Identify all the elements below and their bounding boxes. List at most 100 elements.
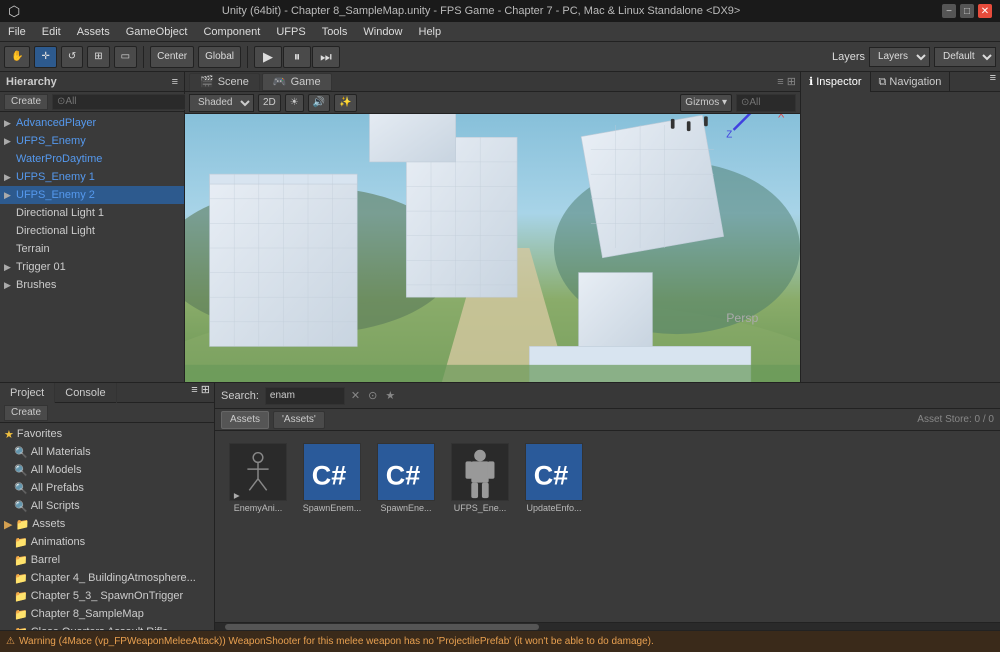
project-panel: Project Console ≡ ⊞ Create ★ Favorites 🔍…	[0, 383, 215, 630]
scene-svg: X Y Z Persp	[185, 114, 800, 382]
menu-edit[interactable]: Edit	[34, 22, 69, 42]
hand-tool-button[interactable]: ✋	[4, 46, 30, 68]
hier-item-ufps-enemy[interactable]: ▶ UFPS_Enemy	[0, 132, 184, 150]
hier-item-label: Directional Light 1	[16, 207, 104, 219]
assets-filter-tab[interactable]: Assets	[221, 411, 269, 429]
search-options-icon[interactable]: ⊙	[368, 389, 377, 402]
navigation-tab-label: Navigation	[889, 76, 941, 88]
toolbar: ✋ ✛ ↺ ⊞ ▭ Center Global ▶ ⏸ ⏭ Layers Lay…	[0, 42, 1000, 72]
assets-quotes-filter-tab[interactable]: 'Assets'	[273, 411, 325, 429]
menu-window[interactable]: Window	[355, 22, 410, 42]
hier-item-terrain[interactable]: Terrain	[0, 240, 184, 258]
project-tab[interactable]: Project	[0, 383, 55, 403]
all-models-item[interactable]: 🔍 All Models	[0, 461, 214, 479]
hier-item-waterproday[interactable]: WaterProDaytime	[0, 150, 184, 168]
asset-scrollbar[interactable]	[215, 622, 1000, 630]
menu-help[interactable]: Help	[411, 22, 450, 42]
step-button[interactable]: ⏭	[312, 46, 340, 68]
folder-label: Chapter 8_SampleMap	[31, 608, 144, 620]
move-tool-button[interactable]: ✛	[34, 46, 56, 68]
svg-text:C#: C#	[312, 461, 347, 491]
asset-item-ufpsene[interactable]: UFPS_Ene...	[445, 439, 515, 517]
asset-item-spawnene[interactable]: C# SpawnEne...	[371, 439, 441, 517]
search-icon: 🔍	[14, 500, 28, 513]
gizmos-button[interactable]: Gizmos ▾	[680, 94, 732, 112]
menu-tools[interactable]: Tools	[314, 22, 356, 42]
chapter4-folder[interactable]: 📁 Chapter 4_ BuildingAtmosphere...	[0, 569, 214, 587]
hier-item-advancedplayer[interactable]: ▶ AdvancedPlayer	[0, 114, 184, 132]
folder-icon: 📁	[14, 626, 28, 631]
assets-folder[interactable]: ▶ 📁 Assets	[0, 515, 214, 533]
center-button[interactable]: Center	[150, 46, 194, 68]
animations-folder[interactable]: 📁 Animations	[0, 533, 214, 551]
maximize-button[interactable]: □	[960, 4, 974, 18]
hier-item-brushes[interactable]: ▶ Brushes	[0, 276, 184, 294]
asset-search-input[interactable]	[265, 387, 345, 405]
layers-select[interactable]: Layers	[869, 47, 930, 67]
menu-file[interactable]: File	[0, 22, 34, 42]
hier-item-label: UFPS_Enemy 2	[16, 189, 95, 201]
effects-button[interactable]: ✨	[334, 94, 356, 112]
folder-label: Close Quarters Assault Rifle	[31, 626, 169, 630]
chapter5-folder[interactable]: 📁 Chapter 5_3_ SpawnOnTrigger	[0, 587, 214, 605]
asset-item-updateenfo[interactable]: C# UpdateEnfo...	[519, 439, 589, 517]
close-button[interactable]: ✕	[978, 4, 992, 18]
asset-item-spawnenom[interactable]: C# SpawnEnem...	[297, 439, 367, 517]
menu-assets[interactable]: Assets	[69, 22, 118, 42]
folder-icon: 📁	[14, 608, 28, 621]
rotate-tool-button[interactable]: ↺	[61, 46, 83, 68]
asset-item-enemyani[interactable]: ▶ EnemyAni...	[223, 439, 293, 517]
hierarchy-create-button[interactable]: Create	[4, 94, 48, 110]
asset-thumb-updateenfo: C#	[525, 443, 583, 501]
favorites-folder[interactable]: ★ Favorites	[0, 425, 214, 443]
all-scripts-item[interactable]: 🔍 All Scripts	[0, 497, 214, 515]
audio-button[interactable]: 🔊	[308, 94, 330, 112]
hier-item-ufps-enemy2[interactable]: ▶ UFPS_Enemy 2	[0, 186, 184, 204]
minimize-button[interactable]: −	[942, 4, 956, 18]
hier-item-trigger01[interactable]: ▶ Trigger 01	[0, 258, 184, 276]
scene-tab[interactable]: 🎬 Scene	[189, 73, 260, 91]
hier-item-dirlight[interactable]: Directional Light	[0, 222, 184, 240]
hierarchy-menu-icon[interactable]: ≡	[172, 76, 178, 88]
global-button[interactable]: Global	[198, 46, 241, 68]
all-prefabs-item[interactable]: 🔍 All Prefabs	[0, 479, 214, 497]
play-controls: ▶ ⏸ ⏭	[254, 46, 340, 68]
scene-viewport[interactable]: X Y Z Persp	[185, 114, 800, 382]
menu-ufps[interactable]: UFPS	[268, 22, 313, 42]
console-tab[interactable]: Console	[55, 383, 116, 403]
scrollbar-thumb[interactable]	[225, 624, 539, 630]
chapter8-folder[interactable]: 📁 Chapter 8_SampleMap	[0, 605, 214, 623]
pause-button[interactable]: ⏸	[283, 46, 311, 68]
hier-item-dirlight1[interactable]: Directional Light 1	[0, 204, 184, 222]
menu-component[interactable]: Component	[195, 22, 268, 42]
menu-gameobject[interactable]: GameObject	[118, 22, 196, 42]
hier-item-ufps-enemy1[interactable]: ▶ UFPS_Enemy 1	[0, 168, 184, 186]
inspector-menu-icon[interactable]: ≡	[986, 72, 1000, 91]
svg-text:X: X	[778, 114, 785, 121]
search-clear-icon[interactable]: ✕	[351, 389, 360, 402]
shaded-select[interactable]: Shaded	[189, 94, 254, 112]
inspector-tab[interactable]: ℹ Inspector	[801, 72, 871, 92]
rect-tool-button[interactable]: ▭	[114, 46, 137, 68]
play-button[interactable]: ▶	[254, 46, 282, 68]
game-tab-label: Game	[291, 76, 321, 88]
cqar-folder[interactable]: 📁 Close Quarters Assault Rifle	[0, 623, 214, 630]
default-select[interactable]: Default	[934, 47, 996, 67]
titlebar-title: Unity (64bit) - Chapter 8_SampleMap.unit…	[20, 5, 942, 17]
navigation-tab[interactable]: ⧉ Navigation	[871, 72, 951, 92]
scale-tool-button[interactable]: ⊞	[87, 46, 109, 68]
search-save-icon[interactable]: ★	[385, 389, 395, 402]
project-create-button[interactable]: Create	[4, 405, 48, 421]
2d-button[interactable]: 2D	[258, 94, 281, 112]
scene-background: X Y Z Persp	[185, 114, 800, 382]
hier-item-label: AdvancedPlayer	[16, 117, 96, 129]
hierarchy-search-input[interactable]	[52, 94, 194, 110]
lighting-button[interactable]: ☀	[285, 94, 304, 112]
barrel-folder[interactable]: 📁 Barrel	[0, 551, 214, 569]
unity-logo-icon: ⬡	[8, 3, 20, 20]
game-tab[interactable]: 🎮 Game	[262, 73, 332, 91]
project-menu-icon[interactable]: ≡ ⊞	[187, 383, 214, 402]
scene-search-input[interactable]	[736, 94, 796, 112]
hier-item-label: Directional Light	[16, 225, 95, 237]
all-materials-item[interactable]: 🔍 All Materials	[0, 443, 214, 461]
